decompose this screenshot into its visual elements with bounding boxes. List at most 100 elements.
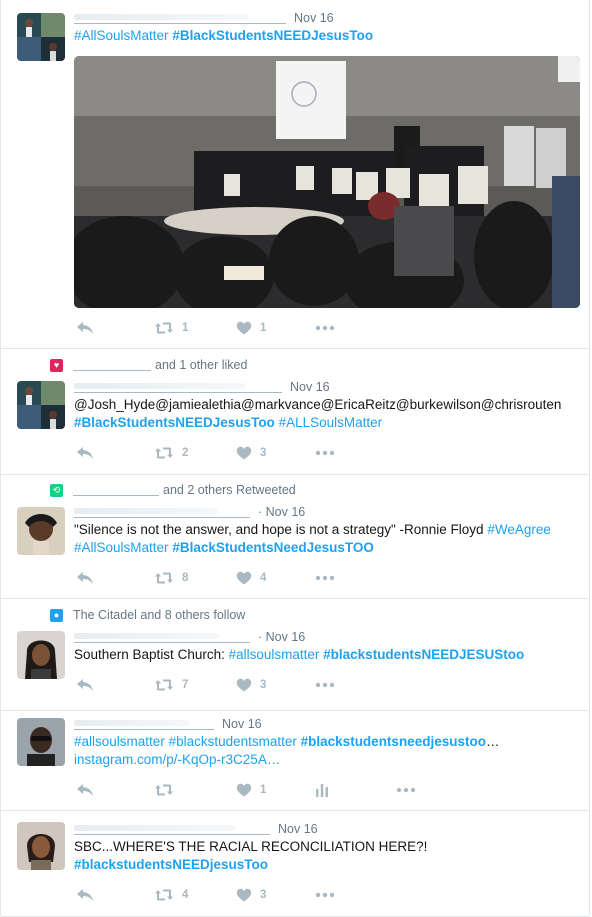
analytics-button[interactable] [315, 781, 329, 799]
hashtag-link[interactable]: #WeAgree [487, 522, 551, 537]
tweet-item[interactable]: ● The Citadel and 8 others follow · Nov 16… [1, 598, 589, 711]
reply-button[interactable] [76, 886, 94, 904]
like-icon [236, 321, 252, 335]
retweet-button[interactable] [154, 781, 182, 799]
tweet-item[interactable]: ⟲ and 2 others Retweeted · Nov 16 "Silence … [1, 474, 589, 599]
hashtag-link[interactable]: #AllSoulsMatter [74, 540, 169, 555]
avatar[interactable] [17, 822, 65, 870]
tweet-text-segment: SBC...WHERE'S THE RACIAL RECONCILIATION … [74, 839, 428, 854]
retweet-button[interactable]: 4 [154, 886, 188, 904]
more-icon [396, 787, 416, 793]
hashtag-link[interactable]: #allsoulsmatter [229, 647, 320, 662]
hashtag-link[interactable]: #blackstudentsmatter [169, 734, 297, 749]
tweet-text: Southern Baptist Church: #allsoulsmatter… [74, 646, 575, 664]
tweet-text-line2: #BlackStudentsNEEDJesusToo #ALLSoulsMatt… [74, 414, 575, 432]
tweet-text: SBC...WHERE'S THE RACIAL RECONCILIATION … [74, 838, 575, 856]
hashtag-link[interactable]: #ALLSoulsMatter [279, 415, 383, 430]
like-count: 1 [260, 784, 267, 796]
like-button[interactable]: 1 [236, 781, 266, 799]
like-button[interactable]: 3 [236, 444, 266, 462]
tweet-item[interactable]: Nov 16 #AllSoulsMatter #BlackStudentsNEED… [1, 0, 589, 349]
redacted-user-name[interactable] [74, 507, 250, 518]
tweet-body: Nov 16 SBC...WHERE'S THE RACIAL RECONCILI… [74, 820, 575, 874]
tweet-item[interactable]: ♥ and 1 other liked Nov 16 @Josh_Hyde@jamie… [1, 348, 589, 475]
retweet-button[interactable]: 8 [154, 569, 188, 587]
reply-button[interactable] [76, 676, 94, 694]
redacted-user-name[interactable] [74, 13, 286, 24]
tweet-header: · Nov 16 [74, 503, 575, 521]
like-count: 1 [260, 322, 267, 334]
retweet-button[interactable]: 2 [154, 444, 188, 462]
redacted-user-name[interactable] [74, 382, 282, 393]
like-count: 3 [260, 889, 267, 901]
like-count: 3 [260, 679, 267, 691]
more-button[interactable] [315, 444, 335, 462]
tweet-header: Nov 16 [74, 9, 575, 27]
retweet-count: 1 [182, 322, 189, 334]
avatar[interactable] [17, 381, 65, 429]
more-icon [315, 892, 335, 898]
reply-button[interactable] [76, 569, 94, 587]
avatar[interactable] [17, 718, 65, 766]
hashtag-link[interactable]: #blackstudentsneedjesustoo [301, 734, 486, 749]
avatar[interactable] [17, 507, 65, 555]
redacted-user-name[interactable] [74, 719, 214, 730]
tweet-date[interactable]: · Nov 16 [258, 505, 305, 519]
retweet-count: 2 [182, 447, 189, 459]
like-icon [236, 446, 252, 460]
like-button[interactable]: 1 [236, 319, 266, 337]
hashtag-link[interactable]: #allsoulsmatter [74, 734, 165, 749]
reply-icon [77, 784, 93, 796]
more-button[interactable] [315, 569, 335, 587]
reply-icon [77, 447, 93, 459]
tweet-photo[interactable] [74, 56, 580, 308]
tweet-date[interactable]: Nov 16 [222, 717, 262, 731]
redacted-user-name[interactable] [74, 824, 270, 835]
reply-button[interactable] [76, 319, 94, 337]
tweet-header: Nov 16 [74, 820, 575, 838]
avatar[interactable] [17, 631, 65, 679]
reply-icon [77, 679, 93, 691]
reply-button[interactable] [76, 444, 94, 462]
context-text: and 2 others Retweeted [163, 483, 296, 497]
tweet-body: · Nov 16 "Silence is not the answer, and … [74, 503, 575, 557]
tweet-date[interactable]: Nov 16 [278, 822, 318, 836]
more-button[interactable] [315, 886, 335, 904]
tweet-text-line2: instagram.com/p/-KqOp-r3C25A… [74, 751, 575, 769]
tweet-date[interactable]: Nov 16 [290, 380, 330, 394]
more-button[interactable] [315, 319, 335, 337]
tweet-text: "Silence is not the answer, and hope is … [74, 521, 575, 539]
like-button[interactable]: 3 [236, 676, 266, 694]
redacted-user-name[interactable] [73, 360, 151, 371]
hashtag-link[interactable]: #BlackStudentsNeedJesusTOO [172, 540, 374, 555]
retweet-button[interactable]: 1 [154, 319, 188, 337]
reply-button[interactable] [76, 781, 94, 799]
more-icon [315, 575, 335, 581]
tweet-text-segment: … [485, 734, 500, 749]
timeline: Nov 16 #AllSoulsMatter #BlackStudentsNEED… [0, 0, 590, 917]
heart-icon: ♥ [50, 358, 63, 372]
avatar[interactable] [17, 13, 65, 61]
like-icon [236, 571, 252, 585]
hashtag-link[interactable]: #BlackStudentsNEEDJesusToo [74, 415, 275, 430]
more-button[interactable] [315, 676, 335, 694]
hashtag-link[interactable]: #blackstudentsNEEDJESUStoo [323, 647, 524, 662]
tweet-date[interactable]: Nov 16 [294, 11, 334, 25]
like-button[interactable]: 4 [236, 569, 266, 587]
redacted-user-name[interactable] [73, 485, 159, 496]
redacted-user-name[interactable] [74, 632, 250, 643]
like-button[interactable]: 3 [236, 886, 266, 904]
tweet-text-segment: "Silence is not the answer, and hope is … [74, 522, 488, 537]
tweet-body: Nov 16 @Josh_Hyde@jamiealethia@markvance@… [74, 378, 575, 432]
hashtag-link[interactable]: #BlackStudentsNEEDJesusToo [172, 28, 373, 43]
retweet-button[interactable]: 7 [154, 676, 188, 694]
hashtag-link[interactable]: #AllSoulsMatter [74, 28, 169, 43]
tweet-context: ♥ and 1 other liked [50, 358, 247, 372]
tweet-item[interactable]: Nov 16 SBC...WHERE'S THE RACIAL RECONCILI… [1, 810, 589, 917]
tweet-date[interactable]: · Nov 16 [258, 630, 305, 644]
tweet-text: @Josh_Hyde@jamiealethia@markvance@EricaR… [74, 396, 575, 414]
url-link[interactable]: instagram.com/p/-KqOp-r3C25A… [74, 752, 280, 767]
hashtag-link[interactable]: #blackstudentsNEEDjesusToo [74, 857, 268, 872]
more-button[interactable] [396, 781, 416, 799]
tweet-item[interactable]: Nov 16 #allsoulsmatter #blackstudentsmatt… [1, 710, 589, 811]
